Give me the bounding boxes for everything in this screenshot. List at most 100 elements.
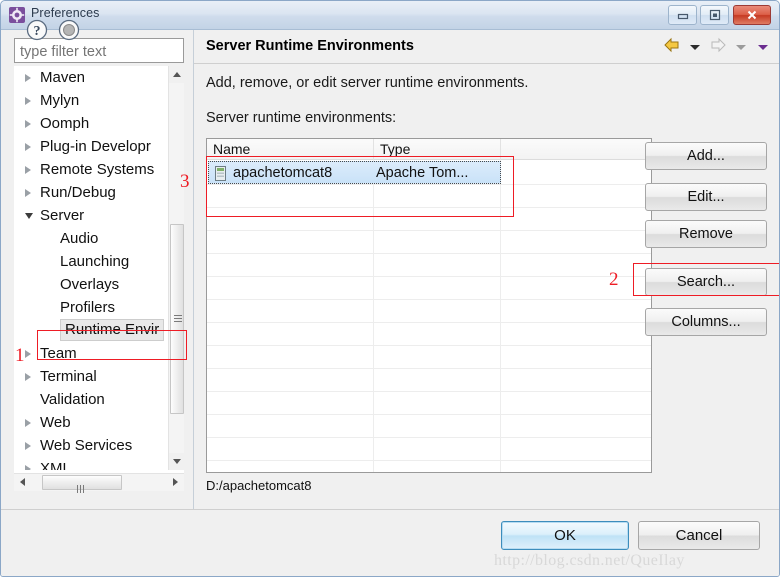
tree-item-label: Profilers [60, 299, 116, 316]
columns-button[interactable]: Columns... [645, 308, 767, 336]
search-button[interactable]: Search... [645, 268, 767, 296]
cell-name: apachetomcat8 [233, 165, 333, 181]
scroll-right-icon[interactable] [167, 474, 184, 491]
tree-item-label: XML [40, 460, 71, 470]
table-header-row: Name Type [207, 139, 651, 160]
sidebar-item-team[interactable]: Team [14, 342, 168, 365]
table-row[interactable]: apachetomcat8 Apache Tom... [208, 161, 501, 184]
grip-icon [77, 480, 87, 493]
chevron-right-icon[interactable] [25, 419, 31, 427]
chevron-right-icon[interactable] [25, 465, 31, 470]
tree-item-label: Web Services [40, 437, 133, 454]
tree-horizontal-scrollbar[interactable] [14, 473, 184, 493]
chevron-down-icon[interactable] [25, 213, 33, 219]
server-icon [214, 166, 227, 181]
circle-icon[interactable] [58, 19, 80, 41]
row-divider [207, 230, 651, 231]
edit-button[interactable]: Edit... [645, 183, 767, 211]
preferences-dialog: Preferences Maven [0, 0, 780, 577]
chevron-right-icon[interactable] [25, 350, 31, 358]
close-button[interactable] [733, 5, 771, 25]
runtime-table[interactable]: Name Type apachetomcat8 Apache Tom... [206, 138, 652, 473]
tree-item-label: Maven [40, 69, 86, 86]
tree-item-label: Web [40, 414, 71, 431]
forward-arrow-icon [709, 37, 727, 58]
gear-icon [9, 7, 25, 23]
chevron-right-icon[interactable] [25, 373, 31, 381]
sidebar-item-audio[interactable]: Audio [14, 227, 168, 250]
sidebar-item-maven[interactable]: Maven [14, 66, 168, 89]
chevron-right-icon[interactable] [25, 442, 31, 450]
page-title: Server Runtime Environments [206, 38, 414, 54]
sidebar-item-mylyn[interactable]: Mylyn [14, 89, 168, 112]
chevron-right-icon[interactable] [25, 189, 31, 197]
navigation-toolbar [662, 37, 772, 57]
scroll-down-icon[interactable] [169, 453, 185, 470]
sidebar-item-validation[interactable]: Validation [14, 388, 168, 411]
back-history-chevron-down-icon[interactable] [689, 45, 700, 50]
tree-item-label: Validation [40, 391, 105, 408]
ok-button[interactable]: OK [501, 521, 629, 550]
sidebar-item-xml[interactable]: XML [14, 457, 168, 470]
sidebar-item-overlays[interactable]: Overlays [14, 273, 168, 296]
scroll-up-icon[interactable] [169, 66, 185, 83]
tree-item-label: Runtime Envir [60, 319, 165, 341]
tree-item-label: Terminal [40, 368, 97, 385]
chevron-right-icon[interactable] [25, 74, 31, 82]
add-button[interactable]: Add... [645, 142, 767, 170]
row-divider [207, 368, 651, 369]
scrollbar-thumb-horizontal[interactable] [42, 475, 122, 493]
list-label: Server runtime environments: [206, 110, 397, 126]
sidebar-item-oomph[interactable]: Oomph [14, 112, 168, 135]
remove-button[interactable]: Remove [645, 220, 767, 248]
sidebar-item-run-debug[interactable]: Run/Debug [14, 181, 168, 204]
column-header-type[interactable]: Type [374, 139, 501, 160]
scrollbar-thumb[interactable] [170, 224, 184, 414]
row-divider [207, 299, 651, 300]
sidebar-item-remote-systems[interactable]: Remote Systems [14, 158, 168, 181]
search-input[interactable] [14, 38, 184, 63]
question-mark-icon[interactable]: ? [26, 19, 48, 41]
sidebar-item-terminal[interactable]: Terminal [14, 365, 168, 388]
sidebar-item-profilers[interactable]: Profilers [14, 296, 168, 319]
row-divider [207, 460, 651, 461]
sidebar-item-launching[interactable]: Launching [14, 250, 168, 273]
grip-icon [174, 315, 182, 323]
tree-item-label: Audio [60, 230, 99, 247]
chevron-right-icon[interactable] [25, 120, 31, 128]
sidebar-item-web-services[interactable]: Web Services [14, 434, 168, 457]
row-divider [207, 184, 651, 185]
cancel-button[interactable]: Cancel [638, 521, 760, 550]
row-divider [207, 437, 651, 438]
sidebar-item-server[interactable]: Server [14, 204, 168, 227]
minimize-button[interactable] [668, 5, 697, 25]
content-panel: Server Runtime Environments Add, remove,… [193, 30, 779, 511]
chevron-right-icon[interactable] [25, 97, 31, 105]
column-header-blank[interactable] [501, 139, 651, 160]
tree-viewport[interactable]: Maven Mylyn Oomph Plug-in Developr Remot… [14, 66, 168, 470]
window-title: Preferences [31, 6, 100, 20]
column-header-name[interactable]: Name [207, 139, 374, 160]
chevron-right-icon[interactable] [25, 143, 31, 151]
tree-item-label: Team [40, 345, 77, 362]
maximize-button[interactable] [700, 5, 729, 25]
watermark-text: http://blog.csdn.net/QueIlay [494, 552, 685, 569]
row-divider [207, 253, 651, 254]
sidebar-item-plug-in-development[interactable]: Plug-in Developr [14, 135, 168, 158]
title-bar: Preferences [1, 1, 779, 30]
svg-text:?: ? [34, 24, 41, 39]
chevron-right-icon[interactable] [25, 166, 31, 174]
tree-item-label: Plug-in Developr [40, 138, 151, 155]
runtime-path-label: D:/apachetomcat8 [206, 478, 312, 493]
tree-item-label: Oomph [40, 115, 90, 132]
sidebar-item-runtime-environments[interactable]: Runtime Envir [14, 319, 168, 342]
tree-vertical-scrollbar[interactable] [168, 66, 185, 470]
scroll-left-icon[interactable] [14, 474, 31, 491]
view-menu-chevron-down-icon[interactable] [758, 45, 768, 50]
back-arrow-icon[interactable] [663, 37, 681, 58]
sidebar-item-web[interactable]: Web [14, 411, 168, 434]
page-description: Add, remove, or edit server runtime envi… [206, 75, 529, 91]
tree-item-label: Mylyn [40, 92, 80, 109]
tree-item-label: Run/Debug [40, 184, 116, 201]
cell-type: Apache Tom... [376, 165, 469, 181]
